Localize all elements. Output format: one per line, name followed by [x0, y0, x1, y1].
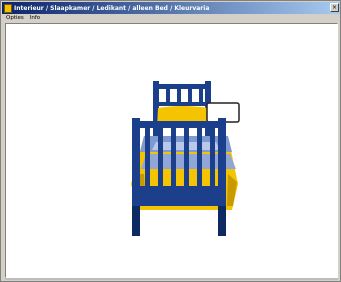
app-icon[interactable]: [4, 3, 12, 13]
menu-info[interactable]: Info: [30, 15, 40, 21]
close-button[interactable]: ×: [330, 3, 339, 12]
menu-bar: Opties Info: [2, 14, 340, 22]
window-controls: ×: [330, 3, 339, 12]
bed-render: [131, 81, 240, 236]
close-icon: ×: [331, 4, 338, 11]
title-bar[interactable]: Interieur / Slaapkamer / Ledikant / alle…: [2, 2, 340, 14]
menu-options[interactable]: Opties: [6, 15, 24, 21]
window-title: Interieur / Slaapkamer / Ledikant / alle…: [14, 4, 210, 12]
application-window: Interieur / Slaapkamer / Ledikant / alle…: [0, 0, 341, 282]
viewport-canvas[interactable]: [5, 23, 338, 278]
status-strip: [5, 278, 338, 280]
